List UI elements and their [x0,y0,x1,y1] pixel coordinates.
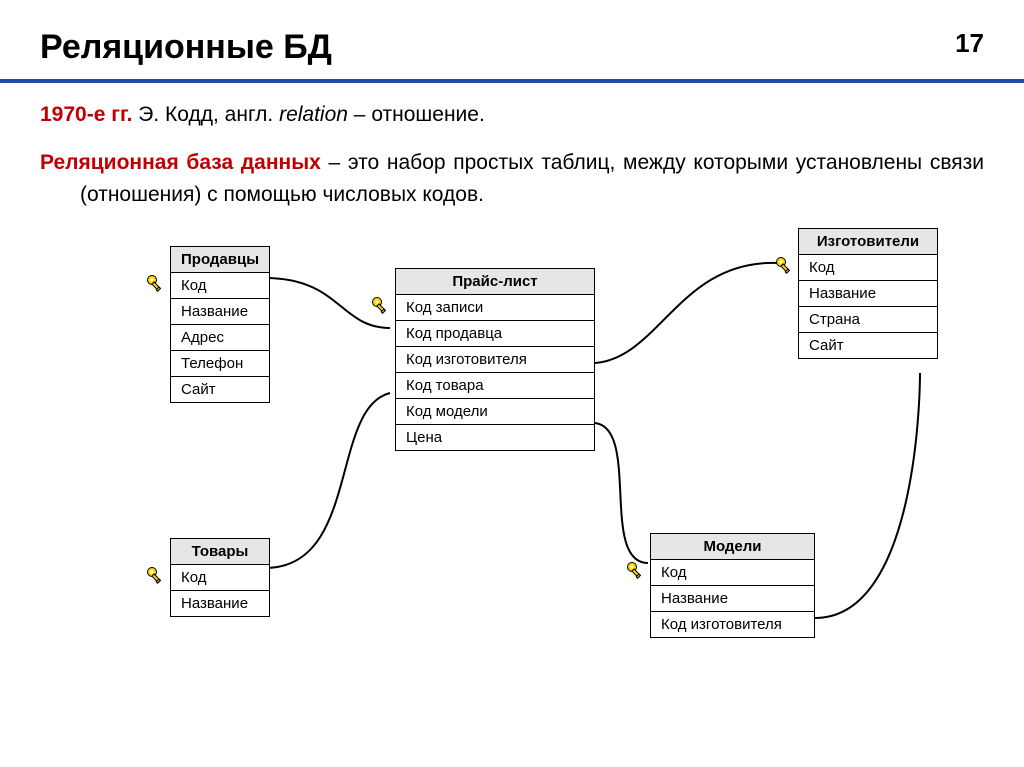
table-row: Название [171,591,269,616]
table-row: Код изготовителя [396,347,594,373]
er-diagram: Продавцы Код Название Адрес Телефон Сайт… [40,218,984,688]
definition-term: Реляционная база данных [40,151,321,174]
table-pricelist-title: Прайс-лист [396,269,594,295]
table-row: Сайт [799,333,937,358]
table-row: Код [799,255,937,281]
key-icon [775,256,795,276]
key-icon [146,566,166,586]
table-row: Код [171,565,269,591]
page-title: Реляционные БД [40,28,332,67]
table-row: Страна [799,307,937,333]
table-row: Код изготовителя [651,612,814,637]
table-models-title: Модели [651,534,814,560]
table-row: Код модели [396,399,594,425]
table-models: Модели Код Название Код изготовителя [650,533,815,638]
table-row: Код [651,560,814,586]
table-sellers: Продавцы Код Название Адрес Телефон Сайт [170,246,270,403]
table-goods: Товары Код Название [170,538,270,617]
intro-after: – отношение. [348,103,485,126]
table-pricelist: Прайс-лист Код записи Код продавца Код и… [395,268,595,451]
table-row: Название [651,586,814,612]
content-area: 1970-е гг. Э. Кодд, англ. relation – отн… [0,83,1024,688]
table-row: Цена [396,425,594,450]
table-row: Название [171,299,269,325]
intro-italic: relation [279,103,348,126]
intro-era: 1970-е гг. [40,103,132,126]
slide-header: Реляционные БД 17 [0,0,1024,83]
table-sellers-title: Продавцы [171,247,269,273]
intro-line: 1970-е гг. Э. Кодд, англ. relation – отн… [40,103,984,127]
definition-paragraph: Реляционная база данных – это набор прос… [40,147,984,210]
page-number: 17 [955,28,984,59]
table-row: Код [171,273,269,299]
key-icon [146,274,166,294]
intro-text: Э. Кодд, англ. [132,103,279,126]
table-makers-title: Изготовители [799,229,937,255]
table-row: Телефон [171,351,269,377]
table-row: Код записи [396,295,594,321]
table-row: Сайт [171,377,269,402]
key-icon [371,296,391,316]
table-row: Адрес [171,325,269,351]
table-row: Код продавца [396,321,594,347]
table-makers: Изготовители Код Название Страна Сайт [798,228,938,359]
table-row: Название [799,281,937,307]
table-row: Код товара [396,373,594,399]
table-goods-title: Товары [171,539,269,565]
key-icon [626,561,646,581]
